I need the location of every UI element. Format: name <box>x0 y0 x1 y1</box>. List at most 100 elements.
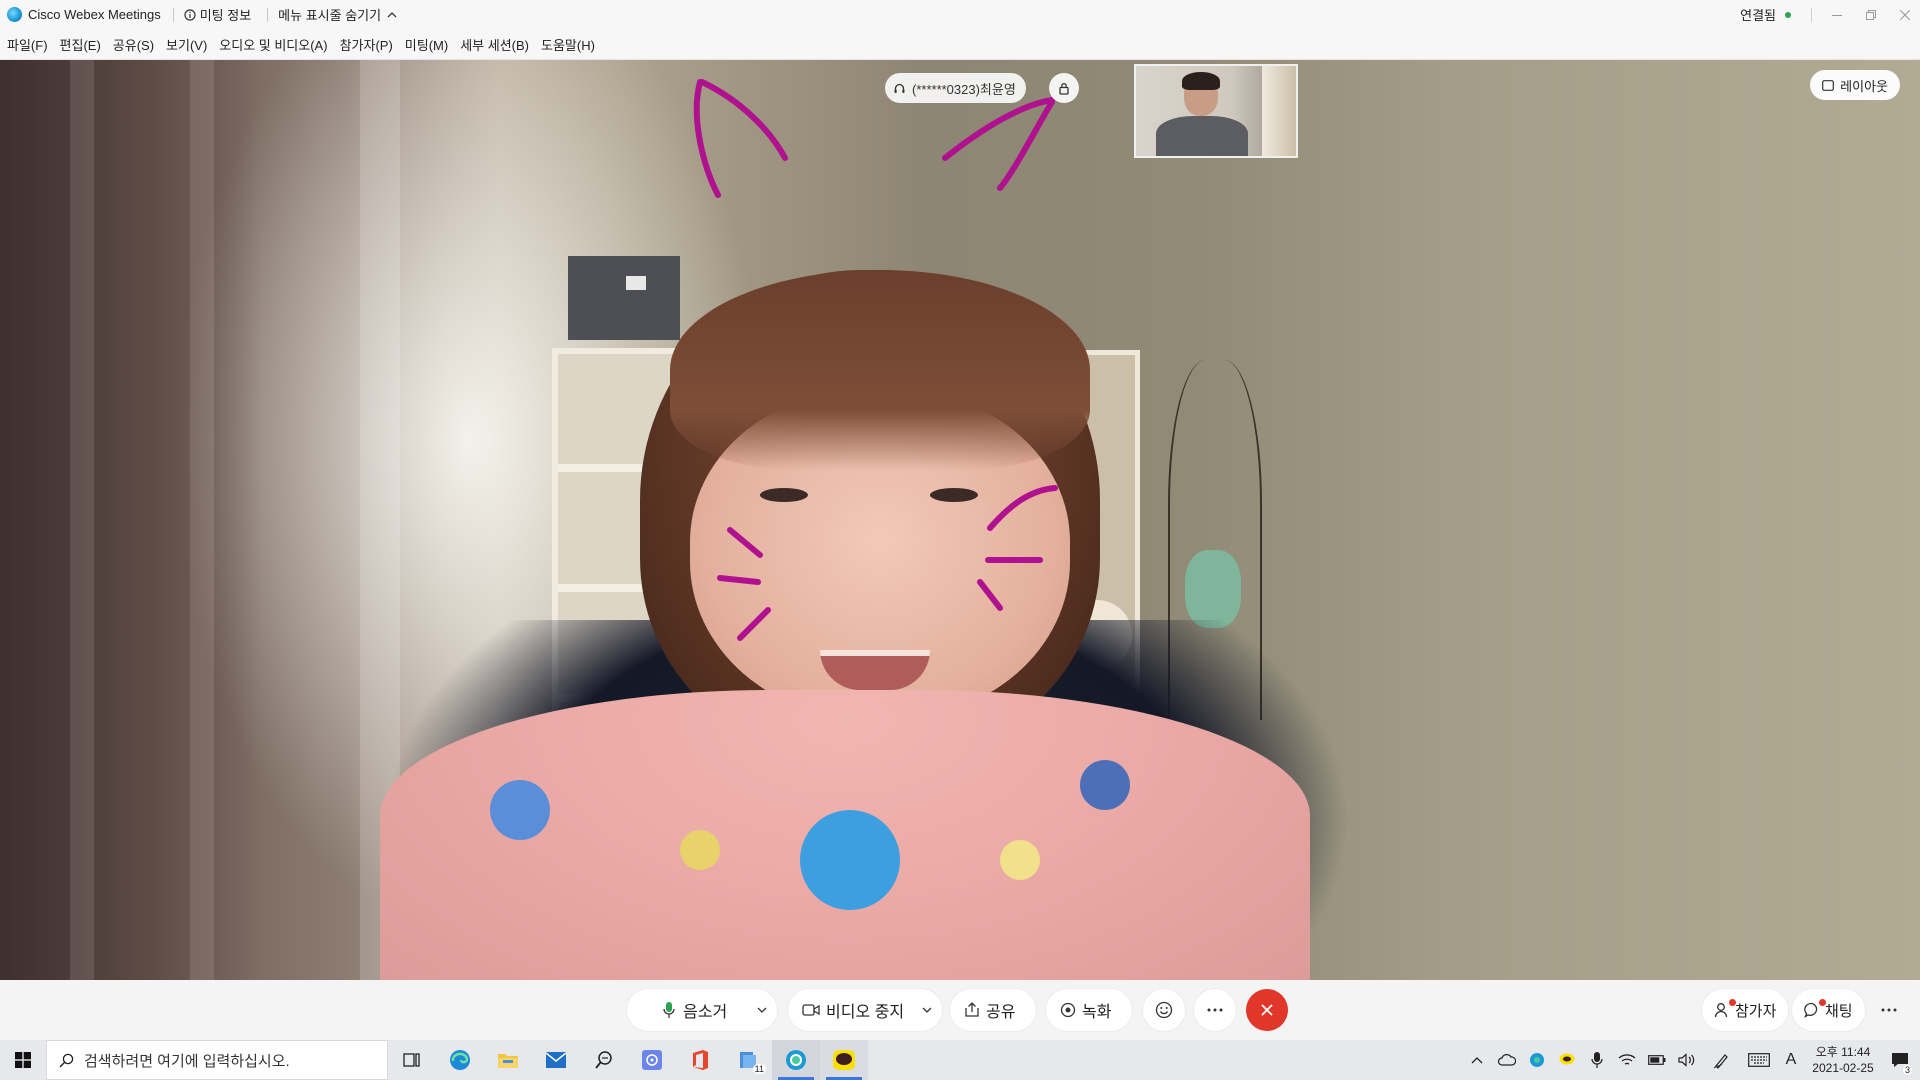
taskbar-mail[interactable] <box>532 1040 580 1080</box>
input-method-indicator[interactable]: A <box>1776 1040 1806 1080</box>
search-placeholder: 검색하려면 여기에 입력하십시오. <box>84 1052 290 1070</box>
chat-button[interactable]: 채팅 <box>1792 989 1865 1031</box>
layout-button[interactable]: 레이아웃 <box>1810 70 1900 100</box>
hide-menu-label: 메뉴 표시줄 숨기기 <box>278 8 382 23</box>
task-view-button[interactable] <box>388 1040 436 1080</box>
main-video[interactable]: (******0323)최윤영 레이아웃 <box>0 60 1920 980</box>
more-dots-icon <box>1881 1008 1897 1012</box>
mute-button[interactable]: 음소거 <box>627 989 777 1031</box>
pen-icon <box>1713 1054 1728 1069</box>
notification-dot <box>1819 999 1826 1006</box>
window-controls-divider <box>1811 7 1812 22</box>
taskbar-file-explorer[interactable] <box>484 1040 532 1080</box>
menu-edit[interactable]: 편집(E) <box>54 35 107 54</box>
restore-icon <box>1866 9 1876 20</box>
app-icon <box>642 1050 662 1070</box>
speaker-icon <box>1678 1053 1695 1067</box>
battery-tray-button[interactable] <box>1642 1040 1672 1080</box>
battery-icon <box>1648 1055 1666 1065</box>
self-view-thumbnail[interactable] <box>1134 64 1298 158</box>
menu-share[interactable]: 공유(S) <box>107 35 160 54</box>
office-icon <box>693 1050 708 1070</box>
taskbar-search-input[interactable]: 검색하려면 여기에 입력하십시오. <box>46 1040 388 1080</box>
record-label: 녹화 <box>1082 1004 1112 1021</box>
restore-button[interactable] <box>1856 0 1886 29</box>
kakaotalk-icon <box>833 1050 855 1070</box>
smiley-icon <box>1155 1001 1173 1019</box>
participants-button[interactable]: 참가자 <box>1702 989 1789 1031</box>
taskbar-office[interactable] <box>676 1040 724 1080</box>
close-icon <box>1261 1004 1273 1016</box>
taskbar-webex[interactable] <box>772 1040 820 1080</box>
keyboard-icon <box>1748 1053 1770 1067</box>
chevron-down-icon[interactable] <box>757 1006 767 1014</box>
close-window-button[interactable] <box>1890 0 1920 29</box>
system-tray: A 오후 11:44 2021-02-25 3 <box>1462 1040 1920 1080</box>
menu-help[interactable]: 도움말(H) <box>535 35 601 54</box>
start-button[interactable] <box>0 1040 46 1080</box>
more-panels-button[interactable] <box>1868 989 1910 1031</box>
notification-dot <box>1729 999 1736 1006</box>
end-meeting-button[interactable] <box>1246 989 1288 1031</box>
minimize-button[interactable] <box>1822 0 1852 29</box>
cat-whiskers-drawing <box>693 79 1058 641</box>
taskbar-clock[interactable]: 오후 11:44 2021-02-25 <box>1806 1044 1880 1076</box>
menu-view[interactable]: 보기(V) <box>160 35 213 54</box>
app-title: Cisco Webex Meetings <box>28 7 161 22</box>
menu-audio-video[interactable]: 오디오 및 비디오(A) <box>213 35 333 54</box>
microphone-icon <box>1591 1052 1603 1068</box>
clock-time: 오후 11:44 <box>1815 1045 1871 1059</box>
volume-tray-button[interactable] <box>1672 1040 1702 1080</box>
taskbar-file-manager[interactable]: 11 <box>724 1040 772 1080</box>
stop-video-button[interactable]: 비디오 중지 <box>788 989 942 1031</box>
windows-taskbar: 검색하려면 여기에 입력하십시오. 11 A 오후 11:44 2021-02-… <box>0 1040 1920 1080</box>
microphone-tray-button[interactable] <box>1582 1040 1612 1080</box>
lock-video-button[interactable] <box>1049 73 1079 103</box>
close-icon <box>1900 9 1910 20</box>
participants-label: 참가자 <box>1735 1002 1777 1020</box>
search-icon <box>59 1053 74 1067</box>
taskbar-edge[interactable] <box>436 1040 484 1080</box>
more-options-button[interactable] <box>1194 989 1236 1031</box>
chevron-up-icon <box>387 11 397 17</box>
menu-breakout[interactable]: 세부 세션(B) <box>454 35 535 54</box>
chevron-down-icon[interactable] <box>922 1006 932 1014</box>
show-hidden-icons-button[interactable] <box>1462 1040 1492 1080</box>
notification-count: 3 <box>1902 1065 1912 1075</box>
meeting-info-button[interactable]: 미팅 정보 <box>184 5 251 24</box>
share-button[interactable]: 공유 <box>950 989 1036 1031</box>
layout-icon <box>1822 79 1835 91</box>
webex-icon <box>1530 1053 1544 1067</box>
network-tray-button[interactable] <box>1612 1040 1642 1080</box>
kakaotalk-tray-button[interactable] <box>1552 1040 1582 1080</box>
menu-participant[interactable]: 참가자(P) <box>334 35 399 54</box>
webex-logo-icon <box>7 7 22 22</box>
cloud-icon <box>1498 1054 1516 1066</box>
menu-file[interactable]: 파일(F) <box>1 35 54 54</box>
hide-menu-bar-button[interactable]: 메뉴 표시줄 숨기기 <box>278 5 402 24</box>
taskbar-feedback[interactable] <box>580 1040 628 1080</box>
taskbar-settings-app[interactable] <box>628 1040 676 1080</box>
menu-meeting[interactable]: 미팅(M) <box>399 35 454 54</box>
share-label: 공유 <box>986 1004 1016 1021</box>
webex-icon <box>786 1050 806 1070</box>
connection-status: 연결됨 <box>1740 5 1791 24</box>
title-bar: Cisco Webex Meetings 미팅 정보 메뉴 표시줄 숨기기 연결… <box>0 0 1920 29</box>
taskbar-kakaotalk[interactable] <box>820 1040 868 1080</box>
reactions-button[interactable] <box>1143 989 1185 1031</box>
onedrive-tray-button[interactable] <box>1492 1040 1522 1080</box>
chat-bubble-icon <box>1804 1002 1818 1018</box>
lock-icon <box>1059 82 1069 95</box>
wifi-icon <box>1618 1054 1636 1065</box>
edge-browser-icon <box>450 1050 470 1070</box>
action-center-button[interactable]: 3 <box>1880 1040 1920 1080</box>
pen-workspace-button[interactable] <box>1702 1040 1742 1080</box>
stop-video-label: 비디오 중지 <box>826 1004 905 1021</box>
participant-name-tag: (******0323)최윤영 <box>885 73 1026 103</box>
headset-icon <box>894 83 905 93</box>
webex-tray-button[interactable] <box>1522 1040 1552 1080</box>
file-manager-badge: 11 <box>752 1064 766 1074</box>
chevron-up-icon <box>1471 1057 1483 1064</box>
record-button[interactable]: 녹화 <box>1046 989 1132 1031</box>
touch-keyboard-button[interactable] <box>1742 1040 1776 1080</box>
